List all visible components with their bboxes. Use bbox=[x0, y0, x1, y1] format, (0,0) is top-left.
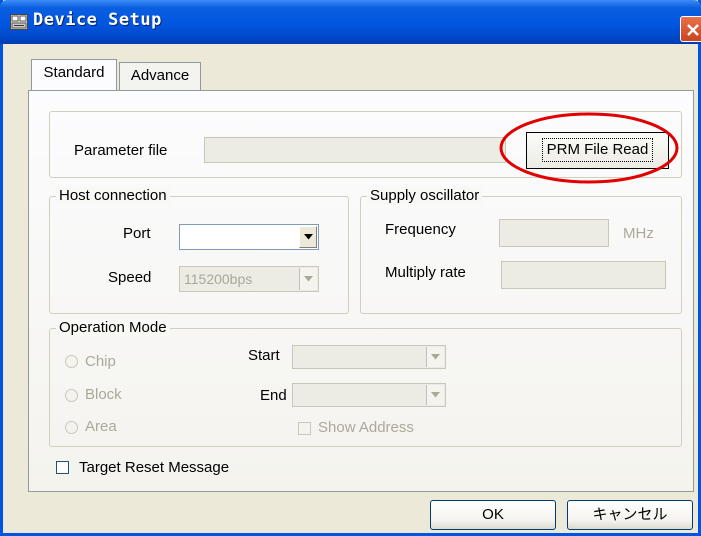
chevron-down-icon bbox=[431, 354, 440, 360]
chevron-down-icon bbox=[304, 276, 313, 282]
speed-dropdown-button[interactable] bbox=[299, 268, 317, 290]
speed-value: 115200bps bbox=[184, 271, 253, 287]
host-connection-group: Host connection Port Speed 115200bps bbox=[49, 187, 349, 314]
parameter-file-group: Parameter file PRM File Read bbox=[49, 111, 682, 178]
tab-advance[interactable]: Advance bbox=[119, 62, 201, 90]
host-connection-legend: Host connection bbox=[56, 187, 170, 205]
multiply-rate-field[interactable] bbox=[501, 261, 666, 289]
radio-area-label: Area bbox=[85, 418, 117, 435]
standard-tab-panel: Parameter file PRM File Read Host connec… bbox=[28, 90, 694, 492]
target-reset-label: Target Reset Message bbox=[79, 459, 230, 476]
cancel-button-label: キャンセル bbox=[592, 506, 668, 523]
frequency-unit: MHz bbox=[623, 225, 654, 242]
operation-mode-group: Operation Mode Chip Block Area Start End bbox=[49, 319, 682, 447]
operation-mode-legend: Operation Mode bbox=[56, 319, 170, 337]
port-dropdown-button[interactable] bbox=[299, 226, 317, 248]
start-label: Start bbox=[248, 347, 280, 364]
close-icon bbox=[687, 24, 699, 36]
multiply-rate-label: Multiply rate bbox=[385, 264, 466, 281]
port-label: Port bbox=[123, 225, 151, 242]
close-button[interactable] bbox=[680, 16, 701, 42]
radio-chip[interactable] bbox=[65, 355, 78, 368]
end-label: End bbox=[260, 387, 287, 404]
cancel-button[interactable]: キャンセル bbox=[567, 500, 693, 530]
port-select[interactable] bbox=[179, 224, 319, 250]
frequency-label: Frequency bbox=[385, 221, 456, 238]
start-select[interactable] bbox=[292, 345, 446, 369]
tab-advance-label: Advance bbox=[130, 67, 190, 84]
parameter-file-label: Parameter file bbox=[74, 142, 168, 159]
start-dropdown-button[interactable] bbox=[426, 347, 444, 367]
end-select[interactable] bbox=[292, 383, 446, 407]
ok-button-label: OK bbox=[482, 506, 504, 523]
radio-area[interactable] bbox=[65, 421, 78, 434]
show-address-label: Show Address bbox=[318, 419, 414, 436]
tab-standard[interactable]: Standard bbox=[31, 59, 117, 90]
speed-label: Speed bbox=[108, 269, 152, 286]
window-title: Device Setup bbox=[33, 10, 162, 30]
supply-oscillator-group: Supply oscillator Frequency MHz Multiply… bbox=[360, 187, 682, 314]
radio-chip-label: Chip bbox=[85, 353, 116, 370]
parameter-file-field[interactable] bbox=[204, 137, 506, 163]
radio-block-label: Block bbox=[85, 386, 122, 403]
target-reset-checkbox[interactable] bbox=[56, 461, 69, 474]
title-bar[interactable]: Device Setup bbox=[0, 0, 701, 44]
frequency-field[interactable] bbox=[499, 219, 609, 247]
chevron-down-icon bbox=[304, 234, 313, 240]
end-dropdown-button[interactable] bbox=[426, 385, 444, 405]
chevron-down-icon bbox=[431, 392, 440, 398]
radio-block[interactable] bbox=[65, 389, 78, 402]
speed-select[interactable]: 115200bps bbox=[179, 266, 319, 292]
device-setup-dialog: Device Setup Standard Advance Parameter … bbox=[0, 0, 701, 536]
ok-button[interactable]: OK bbox=[430, 500, 556, 530]
prm-file-read-button[interactable]: PRM File Read bbox=[526, 132, 669, 169]
prm-file-read-label: PRM File Read bbox=[541, 138, 654, 162]
supply-oscillator-legend: Supply oscillator bbox=[367, 187, 483, 205]
tab-standard-label: Standard bbox=[43, 64, 105, 81]
app-icon bbox=[10, 14, 28, 30]
show-address-checkbox[interactable] bbox=[298, 422, 311, 435]
